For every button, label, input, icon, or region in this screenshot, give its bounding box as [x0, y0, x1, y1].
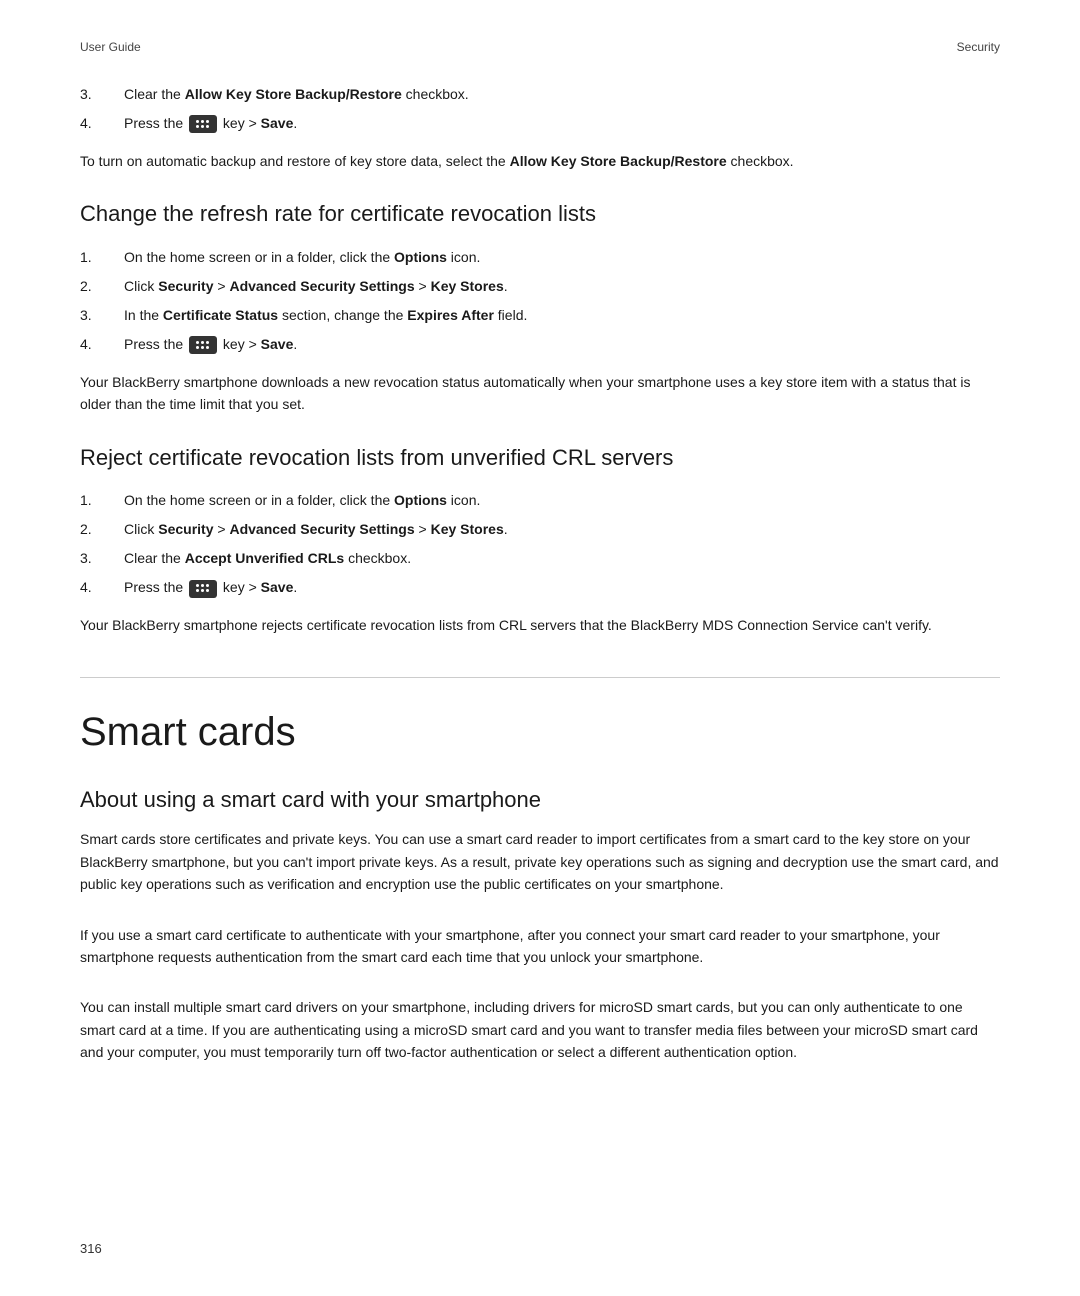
bold-text: Key Stores: [431, 278, 504, 294]
bold-text: Allow Key Store Backup/Restore: [185, 86, 402, 102]
step-item: 4. Press the key > Save.: [80, 577, 1000, 598]
step-item: 3. In the Certificate Status section, ch…: [80, 305, 1000, 326]
bold-text: Accept Unverified CRLs: [185, 550, 344, 566]
step-item: 3. Clear the Accept Unverified CRLs chec…: [80, 548, 1000, 569]
subsection-about-smart-card: About using a smart card with your smart…: [80, 786, 1000, 1064]
step-text: Click Security > Advanced Security Setti…: [124, 276, 1000, 297]
intro-steps: 3. Clear the Allow Key Store Backup/Rest…: [80, 84, 1000, 134]
section-title: Reject certificate revocation lists from…: [80, 444, 1000, 473]
section1-steps: 1. On the home screen or in a folder, cl…: [80, 247, 1000, 355]
step-number: 2.: [80, 276, 104, 297]
section-reject-crls: Reject certificate revocation lists from…: [80, 444, 1000, 637]
bold-text: Save: [261, 336, 294, 352]
step-number: 4.: [80, 334, 104, 355]
step-text: Clear the Allow Key Store Backup/Restore…: [124, 84, 1000, 105]
step-number: 3.: [80, 548, 104, 569]
page-number: 316: [80, 1241, 102, 1256]
bold-text: Save: [261, 115, 294, 131]
page: User Guide Security 3. Clear the Allow K…: [0, 0, 1080, 1296]
page-content: 3. Clear the Allow Key Store Backup/Rest…: [80, 84, 1000, 1063]
menu-key-icon: [189, 115, 217, 133]
page-footer: 316: [80, 1241, 102, 1256]
step-text: Press the key > Save.: [124, 577, 1000, 598]
section-refresh-rate: Change the refresh rate for certificate …: [80, 200, 1000, 415]
subsection-title: About using a smart card with your smart…: [80, 786, 1000, 815]
chapter-divider: [80, 677, 1000, 678]
chapter-smart-cards: Smart cards About using a smart card wit…: [80, 677, 1000, 1064]
step-item: 3. Clear the Allow Key Store Backup/Rest…: [80, 84, 1000, 105]
bold-text: Security: [158, 521, 213, 537]
step-item: 4. Press the key > Save.: [80, 113, 1000, 134]
section1-note: Your BlackBerry smartphone downloads a n…: [80, 371, 1000, 416]
section-title: Change the refresh rate for certificate …: [80, 200, 1000, 229]
step-item: 2. Click Security > Advanced Security Se…: [80, 276, 1000, 297]
step-text: In the Certificate Status section, chang…: [124, 305, 1000, 326]
step-number: 4.: [80, 577, 104, 598]
section2-note: Your BlackBerry smartphone rejects certi…: [80, 614, 1000, 636]
bold-text: Options: [394, 249, 447, 265]
step-text: Clear the Accept Unverified CRLs checkbo…: [124, 548, 1000, 569]
step-text: Press the key > Save.: [124, 113, 1000, 134]
bold-text: Options: [394, 492, 447, 508]
subsection-para2: If you use a smart card certificate to a…: [80, 924, 1000, 969]
header-right: Security: [957, 40, 1000, 54]
step-item: 1. On the home screen or in a folder, cl…: [80, 490, 1000, 511]
step-text: Click Security > Advanced Security Setti…: [124, 519, 1000, 540]
step-item: 1. On the home screen or in a folder, cl…: [80, 247, 1000, 268]
subsection-para3: You can install multiple smart card driv…: [80, 996, 1000, 1063]
step-number: 1.: [80, 490, 104, 511]
step-item: 2. Click Security > Advanced Security Se…: [80, 519, 1000, 540]
step-text: On the home screen or in a folder, click…: [124, 247, 1000, 268]
menu-key-icon: [189, 580, 217, 598]
chapter-title: Smart cards: [80, 708, 1000, 756]
step-text: Press the key > Save.: [124, 334, 1000, 355]
menu-key-icon: [189, 336, 217, 354]
step-number: 4.: [80, 113, 104, 134]
bold-text: Certificate Status: [163, 307, 278, 323]
step-text: On the home screen or in a folder, click…: [124, 490, 1000, 511]
bold-text: Expires After: [407, 307, 494, 323]
bold-text: Advanced Security Settings: [229, 278, 414, 294]
header-left: User Guide: [80, 40, 141, 54]
bold-text: Key Stores: [431, 521, 504, 537]
bold-text: Advanced Security Settings: [229, 521, 414, 537]
section2-steps: 1. On the home screen or in a folder, cl…: [80, 490, 1000, 598]
subsection-para1: Smart cards store certificates and priva…: [80, 828, 1000, 895]
step-item: 4. Press the key > Save.: [80, 334, 1000, 355]
step-number: 2.: [80, 519, 104, 540]
bold-text: Allow Key Store Backup/Restore: [510, 153, 727, 169]
bold-text: Security: [158, 278, 213, 294]
bold-text: Save: [261, 579, 294, 595]
intro-note: To turn on automatic backup and restore …: [80, 150, 1000, 172]
step-number: 3.: [80, 305, 104, 326]
page-header: User Guide Security: [80, 40, 1000, 54]
step-number: 3.: [80, 84, 104, 105]
step-number: 1.: [80, 247, 104, 268]
